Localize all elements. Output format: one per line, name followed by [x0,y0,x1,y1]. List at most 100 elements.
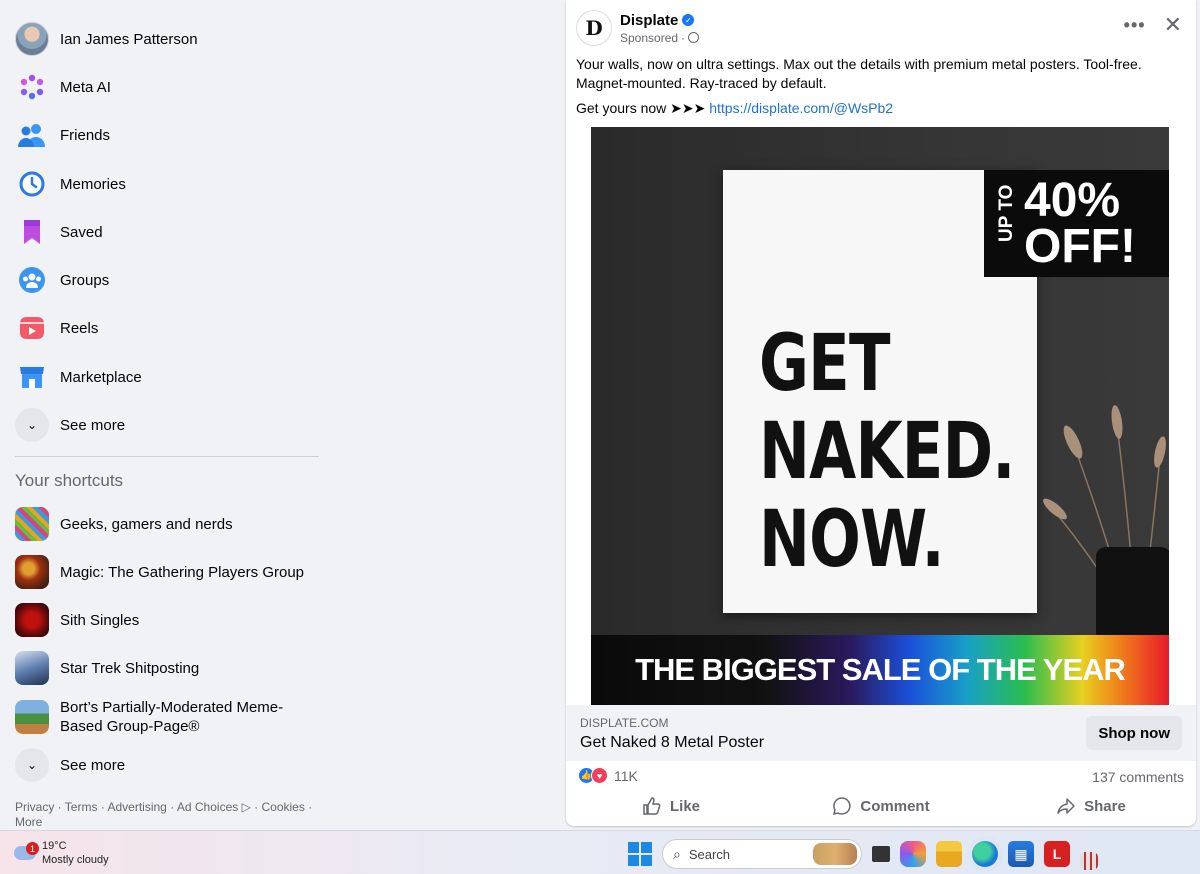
search-label: Search [688,846,731,862]
marketplace-store-icon [14,359,50,395]
sidebar-item-label: Memories [60,175,126,193]
sponsored-post: D Displate ✓ Sponsored · ••• ✕ Your wall… [566,0,1196,826]
cta-domain: DISPLATE.COM [580,716,669,730]
shortcut-item[interactable]: Bort’s Partially-Moderated Meme-Based Gr… [8,694,320,740]
taskbar-search[interactable]: ⌕ Search [662,839,862,869]
sidebar-item-label: Marketplace [60,368,142,386]
task-view-icon[interactable] [872,846,890,862]
share-button[interactable]: Share [986,790,1196,822]
copilot-icon[interactable] [900,841,926,867]
reels-icon [14,310,50,346]
post-body-prefix: Get yours now ➤➤➤ [576,100,710,116]
friends-icon [14,117,50,153]
ad-choices-link[interactable]: Ad Choices [177,800,238,814]
group-thumbnail [15,603,49,637]
advertising-link[interactable]: Advertising [107,800,166,814]
cloud-icon: 1 [14,842,39,860]
sidebar-item-groups[interactable]: Groups [8,258,320,302]
page-name-row: Displate ✓ [620,12,699,29]
sidebar-item-label: Meta AI [60,78,111,96]
l-app-icon[interactable]: L [1044,841,1070,867]
more-link[interactable]: More [15,815,42,829]
sidebar-item-label: Groups [60,271,110,289]
chevron-down-icon: ⌄ [15,748,49,782]
comment-button[interactable]: Comment [776,790,986,822]
sale-banner: THE BIGGEST SALE OF THE YEAR [591,635,1169,705]
left-sidebar: Ian James Patterson Meta AI Friends Memo… [0,0,330,830]
badge-percent: 40% [1024,174,1121,227]
poster-line: GET [759,319,890,409]
shop-now-button[interactable]: Shop now [1086,716,1182,750]
shortcut-item[interactable]: Star Trek Shitposting [8,646,320,690]
sidebar-item-memories[interactable]: Memories [8,162,320,206]
cta-bar[interactable]: DISPLATE.COM Get Naked 8 Metal Poster Sh… [566,705,1196,761]
comments-count[interactable]: 137 comments [1092,769,1184,785]
sidebar-item-friends[interactable]: Friends [8,113,320,157]
discount-badge: UP TO 40% OFF! [984,170,1169,277]
sidebar-item-label: Reels [60,319,99,337]
groups-icon [14,262,50,298]
post-actions: Like Comment Share [566,790,1196,822]
badge-off: OFF! [1024,220,1136,273]
weather-widget[interactable]: 1 19°C Mostly cloudy [14,839,109,867]
profile-name: Ian James Patterson [60,30,198,48]
group-thumbnail [15,555,49,589]
meta-ai-icon [14,69,50,105]
shortcut-item[interactable]: Sith Singles [8,598,320,642]
like-button[interactable]: Like [566,790,776,822]
post-body: Your walls, now on ultra settings. Max o… [576,55,1176,118]
comment-label: Comment [860,797,930,815]
weather-condition: Mostly cloudy [42,854,109,866]
windows-start-icon[interactable] [628,842,652,866]
sponsored-label[interactable]: Sponsored [620,31,678,45]
sidebar-item-label: Friends [60,126,111,144]
sidebar-item-label: Saved [60,223,103,241]
cookies-link[interactable]: Cookies [262,800,305,814]
memories-clock-icon [14,166,50,202]
terms-link[interactable]: Terms [65,800,98,814]
file-explorer-icon[interactable] [936,841,962,867]
app-icon[interactable] [1080,852,1098,870]
close-icon[interactable]: ✕ [1164,14,1182,36]
sidebar-item-marketplace[interactable]: Marketplace [8,355,320,399]
page-name[interactable]: Displate [620,12,678,29]
microsoft-store-icon[interactable]: ▦ [1008,841,1034,867]
share-arrow-icon [1057,798,1075,814]
shortcut-item[interactable]: Magic: The Gathering Players Group [8,550,320,594]
shortcuts-title: Your shortcuts [15,471,124,490]
verified-badge-icon: ✓ [682,14,695,26]
ad-choices-icon: ▷ [241,800,251,814]
group-thumbnail [15,651,49,685]
shortcut-label: Star Trek Shitposting [60,659,200,677]
post-link[interactable]: https://displate.com/@WsPb2 [709,100,893,116]
bookmark-icon [14,214,50,250]
taskbar-apps: ⌕ Search ▦ L [628,838,1098,870]
shortcut-label: Sith Singles [60,611,140,629]
sidebar-item-meta-ai[interactable]: Meta AI [8,65,320,109]
love-reaction-icon: ♥ [591,767,608,784]
privacy-link[interactable]: Privacy [15,800,54,814]
see-more-button[interactable]: ⌄ See more [8,403,320,447]
group-thumbnail [15,700,49,734]
sidebar-footer: Privacy · Terms · Advertising · Ad Choic… [15,800,313,829]
banner-text: THE BIGGEST SALE OF THE YEAR [635,652,1126,687]
shortcuts-see-more-button[interactable]: ⌄ See more [8,743,320,787]
sidebar-item-saved[interactable]: Saved [8,210,320,254]
shortcut-label: Magic: The Gathering Players Group [60,563,305,581]
comment-bubble-icon [833,797,851,816]
ad-image[interactable]: GET NAKED. NOW. UP TO 40% OFF! THE BIGGE… [591,127,1169,705]
reactions-summary[interactable]: 👍 ♥ 11K [578,767,638,784]
edge-browser-icon[interactable] [972,841,998,867]
like-label: Like [669,797,700,815]
sidebar-divider [15,456,319,457]
chevron-down-icon: ⌄ [15,408,49,442]
cta-title: Get Naked 8 Metal Poster [580,734,765,751]
displate-logo[interactable]: D [576,10,612,46]
shortcut-item[interactable]: Geeks, gamers and nerds [8,502,320,546]
shortcut-label: Bort’s Partially-Moderated Meme-Based Gr… [60,699,284,735]
more-options-icon[interactable]: ••• [1124,15,1146,36]
shortcut-label: Geeks, gamers and nerds [60,515,233,533]
sidebar-item-reels[interactable]: Reels [8,306,320,350]
profile-link[interactable]: Ian James Patterson [8,17,320,61]
notification-badge: 1 [26,842,39,855]
